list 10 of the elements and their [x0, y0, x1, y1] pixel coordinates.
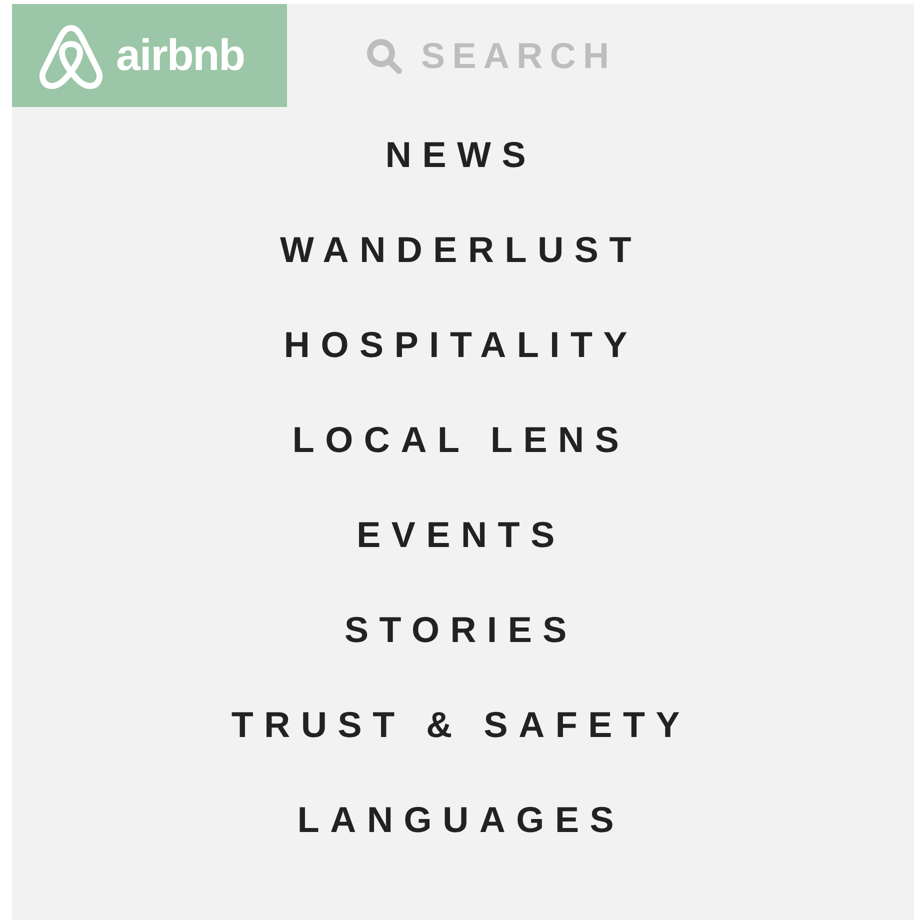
menu-item[interactable]: TRUST & SAFETY — [231, 677, 691, 772]
menu-item[interactable]: NEWS — [385, 107, 537, 202]
logo-wordmark: airbnb — [116, 34, 244, 78]
menu-item[interactable]: EVENTS — [356, 487, 566, 582]
menu-item[interactable]: HOSPITALITY — [284, 297, 638, 392]
search-icon — [365, 36, 403, 74]
menu-item[interactable]: LANGUAGES — [297, 772, 625, 867]
menu-item[interactable]: WANDERLUST — [280, 202, 642, 297]
menu-item[interactable]: STORIES — [344, 582, 578, 677]
menu-item[interactable]: LOCAL LENS — [292, 392, 630, 487]
